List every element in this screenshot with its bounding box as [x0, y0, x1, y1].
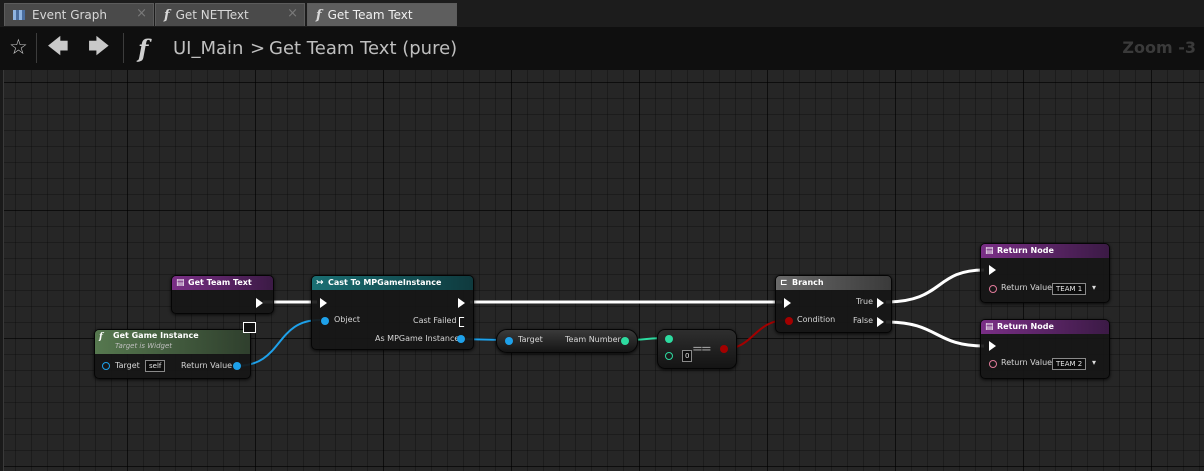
- exec-output-pin[interactable]: [458, 298, 465, 308]
- tab-bar: Event Graph × f Get NETText × f Get Team…: [0, 0, 1204, 27]
- target-pin[interactable]: [505, 337, 513, 345]
- tab-get-team-text[interactable]: f Get Team Text: [307, 3, 457, 26]
- as-instance-pin[interactable]: [457, 335, 465, 343]
- return-value-text[interactable]: TEAM 1: [1052, 283, 1087, 295]
- exec-input-pin[interactable]: [784, 298, 791, 308]
- function-entry-node[interactable]: ▤ Get Team Text: [171, 275, 274, 314]
- target-label: Target: [518, 335, 543, 344]
- tab-label: Event Graph: [32, 8, 107, 22]
- condition-pin[interactable]: [785, 317, 793, 325]
- node-header: f Get Game Instance Target is Widget: [95, 330, 250, 354]
- cast-failed-pin[interactable]: [459, 317, 466, 327]
- return-node-team2[interactable]: ▤ Return Node Return Value TEAM 2 ▾: [980, 319, 1110, 379]
- divider: [36, 33, 37, 63]
- object-label: Object: [334, 315, 361, 324]
- breadcrumb-blueprint[interactable]: UI_Main: [173, 38, 243, 59]
- node-title: Return Node: [997, 322, 1054, 331]
- target-label: Target: [115, 361, 140, 370]
- node-header: ▤ Return Node: [981, 244, 1109, 258]
- equal-symbol: ==: [692, 342, 712, 357]
- true-exec-pin[interactable]: [877, 298, 884, 308]
- node-title: Branch: [792, 278, 824, 287]
- return-icon: ▤: [985, 322, 994, 332]
- get-game-instance-node[interactable]: f Get Game Instance Target is Widget Tar…: [94, 322, 256, 379]
- node-header: ⊏ Branch: [776, 276, 891, 290]
- team-number-label: Team Number: [565, 335, 621, 344]
- team-number-getter-node[interactable]: Target Team Number: [496, 329, 638, 353]
- graph-canvas[interactable]: ▤ Get Team Text f Get Game Instance Targ…: [3, 70, 1204, 471]
- breadcrumb-separator: >: [250, 38, 266, 59]
- return-value-pin[interactable]: [989, 285, 997, 293]
- return-value-label: Return Value: [1001, 358, 1053, 367]
- function-icon: f: [164, 7, 170, 23]
- zoom-level: Zoom -3: [1122, 38, 1196, 57]
- breadcrumb-function: Get Team Text (pure): [269, 38, 458, 59]
- return-value-label: Return Value: [181, 361, 233, 370]
- branch-icon: ⊏: [780, 278, 788, 288]
- close-icon[interactable]: ×: [287, 6, 298, 21]
- star-icon[interactable]: ☆: [9, 37, 28, 58]
- a-pin[interactable]: [665, 335, 673, 343]
- return-icon: ▤: [985, 246, 994, 256]
- true-label: True: [856, 297, 873, 306]
- equal-node[interactable]: 0 ==: [657, 329, 737, 369]
- b-pin[interactable]: [665, 352, 673, 360]
- tab-label: Get NETText: [175, 8, 249, 22]
- object-pin[interactable]: [321, 317, 329, 325]
- node-subtitle: Target is Widget: [115, 342, 173, 350]
- as-instance-label: As MPGame Instance: [375, 334, 460, 343]
- exec-input-pin[interactable]: [989, 341, 996, 351]
- chevron-down-icon[interactable]: ▾: [1092, 358, 1096, 367]
- close-icon[interactable]: ×: [136, 6, 147, 21]
- node-title: Get Team Text: [188, 278, 252, 287]
- branch-node[interactable]: ⊏ Branch True Condition False: [775, 275, 892, 333]
- tab-label: Get Team Text: [327, 8, 413, 22]
- team-number-pin[interactable]: [621, 337, 629, 345]
- tab-event-graph[interactable]: Event Graph ×: [4, 3, 154, 26]
- condition-label: Condition: [797, 315, 836, 324]
- false-exec-pin[interactable]: [877, 317, 884, 327]
- chevron-down-icon[interactable]: ▾: [1092, 283, 1096, 292]
- result-pin[interactable]: [720, 345, 728, 353]
- node-header: ▤ Return Node: [981, 320, 1109, 334]
- target-pin[interactable]: [102, 362, 110, 370]
- cast-icon: ↣: [316, 278, 324, 288]
- forward-arrow-icon[interactable]: 🡆: [88, 36, 110, 57]
- node-title: Return Node: [997, 246, 1054, 255]
- return-value-pin[interactable]: [233, 362, 241, 370]
- false-label: False: [853, 316, 874, 325]
- node-header: ▤ Get Team Text: [172, 276, 273, 290]
- back-arrow-icon[interactable]: 🡄: [47, 36, 69, 57]
- return-value-pin[interactable]: [989, 360, 997, 368]
- function-icon: f: [138, 34, 149, 63]
- monitor-icon: [243, 322, 256, 333]
- node-title: Cast To MPGameInstance: [328, 278, 442, 287]
- graph-icon: [13, 10, 25, 20]
- function-icon: f: [99, 332, 103, 342]
- node-header: ↣ Cast To MPGameInstance: [312, 276, 473, 290]
- exec-wire: [885, 268, 985, 304]
- function-entry-icon: ▤: [176, 278, 185, 288]
- return-value-label: Return Value: [1001, 283, 1053, 292]
- cast-failed-label: Cast Failed: [413, 316, 457, 325]
- return-node-team1[interactable]: ▤ Return Node Return Value TEAM 1 ▾: [980, 243, 1110, 303]
- cast-node[interactable]: ↣ Cast To MPGameInstance Object Cast Fai…: [311, 275, 474, 350]
- tab-get-nettext[interactable]: f Get NETText ×: [155, 3, 305, 26]
- function-icon: f: [316, 7, 322, 23]
- b-value[interactable]: 0: [682, 350, 693, 362]
- target-value[interactable]: self: [145, 360, 166, 372]
- exec-input-pin[interactable]: [320, 298, 327, 308]
- exec-input-pin[interactable]: [989, 265, 996, 275]
- exec-wire: [885, 320, 985, 348]
- return-value-text[interactable]: TEAM 2: [1052, 358, 1087, 370]
- exec-output-pin[interactable]: [256, 298, 263, 308]
- divider: [123, 33, 124, 63]
